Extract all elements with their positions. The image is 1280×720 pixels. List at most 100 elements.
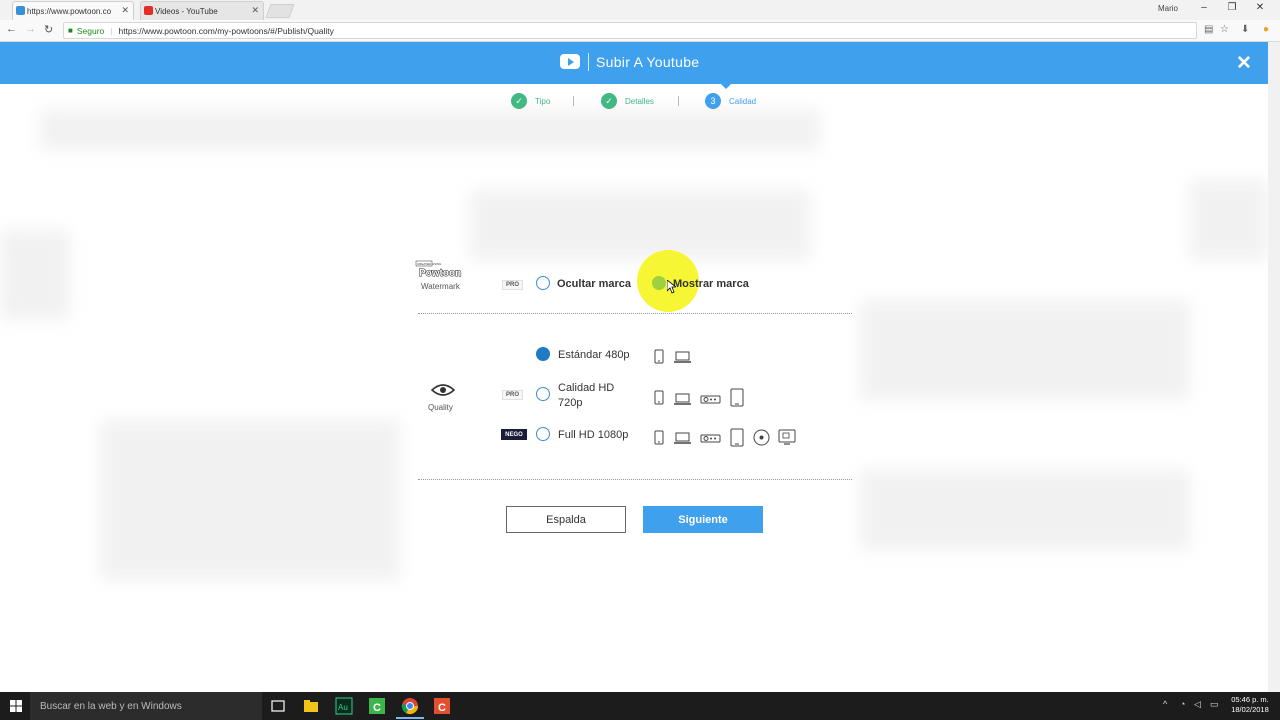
pro-badge: PRO — [502, 390, 524, 400]
svg-text:C: C — [438, 702, 446, 714]
quality-480p-radio[interactable] — [536, 347, 550, 361]
step-label: Calidad — [729, 96, 757, 106]
quality-1080p-radio[interactable] — [536, 427, 550, 441]
step-detalles[interactable]: ✓ Detalles — [601, 93, 654, 109]
task-view-icon[interactable] — [268, 696, 288, 716]
address-bar[interactable]: ■ Seguro | https://www.powtoon.com/my-po… — [63, 22, 1197, 39]
show-watermark-radio[interactable] — [652, 276, 666, 290]
active-app-indicator — [396, 717, 424, 719]
download-icon[interactable]: ⬇ — [1241, 24, 1249, 35]
eye-icon — [431, 384, 455, 396]
modal-title: Subir A Youtube — [596, 54, 700, 70]
modal-header: Subir A Youtube ✕ — [0, 42, 1268, 84]
tablet-icon — [730, 388, 744, 407]
blurred-background — [860, 470, 1190, 550]
restore-icon[interactable]: ❐ — [1222, 2, 1242, 13]
chevron-up-icon[interactable]: ^ — [1163, 699, 1167, 709]
step-tipo[interactable]: ✓ Tipo — [511, 93, 550, 109]
quality-1080p-label[interactable]: Full HD 1080p — [558, 429, 628, 441]
volume-icon[interactable]: ◁ — [1194, 699, 1201, 710]
forward-arrow-icon[interactable]: → — [25, 23, 36, 35]
profile-name[interactable]: Mario — [1158, 4, 1178, 13]
blurred-background — [40, 110, 820, 150]
disc-icon — [753, 429, 770, 446]
tv-icon — [778, 429, 796, 445]
blurred-background — [860, 300, 1190, 400]
alert-icon[interactable]: ● — [1263, 24, 1269, 35]
projector-icon — [700, 434, 721, 443]
camtasia-recorder-icon[interactable]: C — [432, 696, 452, 716]
blurred-background — [1190, 180, 1268, 260]
phone-icon — [654, 390, 664, 405]
phone-icon — [654, 349, 664, 364]
url-text: https://www.powtoon.com/my-powtoons/#/Pu… — [118, 25, 334, 36]
back-button[interactable]: Espalda — [506, 506, 626, 533]
mouse-pointer-icon — [667, 280, 676, 294]
window-close-icon[interactable]: ✕ — [1250, 2, 1270, 13]
close-tab-icon[interactable]: ✕ — [251, 5, 259, 16]
step-label: Detalles — [625, 96, 654, 106]
close-tab-icon[interactable]: ✕ — [121, 5, 129, 16]
blurred-background — [470, 190, 810, 260]
divider — [588, 53, 589, 71]
projector-icon — [700, 395, 721, 404]
show-watermark-label[interactable]: Mostrar marca — [673, 278, 749, 290]
hide-watermark-label[interactable]: Ocultar marca — [557, 278, 631, 290]
blurred-background — [0, 230, 70, 320]
notifications-icon[interactable]: ▭ — [1210, 699, 1219, 710]
next-button[interactable]: Siguiente — [643, 506, 763, 533]
chrome-icon[interactable] — [400, 696, 420, 716]
blurred-background — [100, 420, 400, 580]
divider: | — [110, 25, 113, 36]
network-icon[interactable]: ◔ — [1180, 699, 1185, 709]
windows-start-icon[interactable] — [10, 700, 22, 712]
clock-date: 18/02/2018 — [1231, 705, 1269, 714]
youtube-favicon-icon — [144, 6, 153, 15]
check-icon: ✓ — [511, 93, 527, 109]
powtoon-logo-icon: CREATED USING Powtoon — [415, 260, 462, 280]
divider — [418, 313, 852, 314]
tab-title: https://www.powtoon.co — [27, 6, 112, 16]
lock-icon: ■ — [68, 26, 73, 35]
nego-badge: NEGO — [501, 429, 527, 440]
hide-watermark-radio[interactable] — [536, 276, 550, 290]
camtasia-icon[interactable]: C — [367, 696, 387, 716]
star-icon[interactable]: ☆ — [1220, 24, 1229, 35]
youtube-icon — [560, 54, 580, 69]
new-tab-button[interactable] — [265, 4, 295, 18]
powtoon-favicon-icon — [16, 6, 25, 15]
phone-icon — [654, 430, 664, 445]
pro-badge: PRO — [502, 280, 524, 290]
step-number: 3 — [705, 93, 721, 109]
reload-icon[interactable]: ↻ — [44, 23, 53, 36]
system-clock[interactable]: 05:46 p. m. 18/02/2018 — [1228, 695, 1272, 715]
quality-label: Quality — [428, 403, 453, 412]
file-explorer-icon[interactable] — [301, 696, 321, 716]
svg-text:Powtoon: Powtoon — [419, 268, 461, 279]
quality-720p-radio[interactable] — [536, 387, 550, 401]
quality-720p-label-line1[interactable]: Calidad HD — [558, 382, 614, 394]
tab-powtoon[interactable]: https://www.powtoon.co ✕ — [12, 1, 134, 20]
windows-taskbar: Buscar en la web y en Windows Au C C ^ ◔… — [0, 692, 1280, 720]
close-icon[interactable]: ✕ — [1236, 52, 1252, 75]
step-calidad[interactable]: 3 Calidad — [705, 93, 756, 109]
secure-label: Seguro — [76, 25, 105, 36]
check-icon: ✓ — [601, 93, 617, 109]
audition-icon[interactable]: Au — [334, 696, 354, 716]
step-pointer-icon — [721, 84, 731, 89]
translate-icon[interactable]: ▤ — [1204, 24, 1213, 35]
scrollbar[interactable] — [1268, 42, 1280, 692]
back-arrow-icon[interactable]: ← — [6, 23, 17, 35]
svg-text:Au: Au — [338, 703, 348, 712]
tab-youtube[interactable]: Videos - YouTube ✕ — [140, 1, 264, 20]
step-label: Tipo — [535, 96, 551, 106]
quality-480p-label[interactable]: Estándar 480p — [558, 349, 630, 361]
clock-time: 05:46 p. m. — [1231, 695, 1269, 704]
minimize-icon[interactable]: – — [1194, 2, 1214, 13]
browser-toolbar: ← → ↻ ■ Seguro | https://www.powtoon.com… — [0, 20, 1280, 42]
tablet-icon — [730, 428, 744, 447]
taskbar-search-input[interactable]: Buscar en la web y en Windows — [30, 692, 262, 720]
laptop-icon — [674, 432, 691, 444]
quality-720p-label-line2[interactable]: 720p — [558, 397, 582, 409]
browser-tabstrip: https://www.powtoon.co ✕ Videos - YouTub… — [0, 0, 1280, 20]
